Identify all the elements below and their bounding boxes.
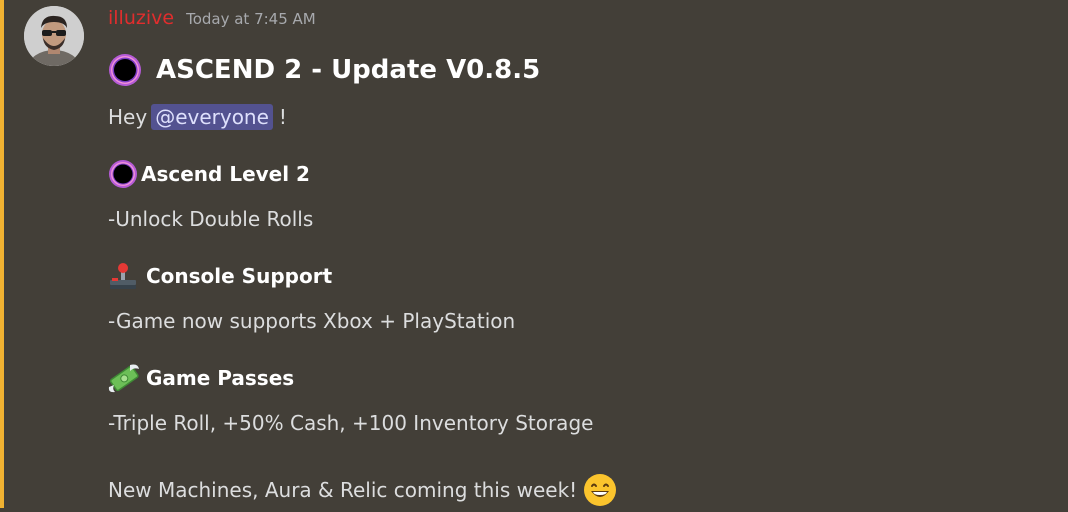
section-text: -Unlock Double Rolls	[108, 203, 313, 235]
everyone-mention[interactable]: @everyone	[151, 104, 273, 130]
black-hole-icon	[108, 53, 142, 87]
greeting-prefix: Hey	[108, 105, 148, 129]
section-text: -Game now supports Xbox + PlayStation	[108, 305, 515, 337]
announcement-title: ASCEND 2 - Update V0.8.5	[108, 52, 540, 88]
timestamp: Today at 7:45 AM	[186, 10, 316, 28]
username[interactable]: illuzive	[108, 7, 174, 29]
section-heading-text: Console Support	[146, 264, 333, 288]
money-with-wings-icon	[108, 363, 140, 393]
greeting-suffix: !	[278, 105, 287, 129]
section-heading: Ascend Level 2	[108, 157, 310, 191]
section-text-value: -Unlock Double Rolls	[108, 207, 314, 231]
section-heading: Console Support	[108, 259, 332, 293]
footer-line: New Machines, Aura & Relic coming this w…	[108, 472, 617, 508]
mention-highlight-bar	[0, 0, 4, 508]
joystick-icon	[108, 261, 138, 291]
footer-text: New Machines, Aura & Relic coming this w…	[108, 478, 578, 502]
title-text: ASCEND 2 - Update V0.8.5	[156, 55, 541, 85]
avatar[interactable]	[24, 6, 84, 66]
grinning-face-icon	[583, 473, 617, 507]
greeting-line: Hey @everyone !	[108, 100, 287, 134]
black-hole-icon	[108, 159, 138, 189]
section-heading-text: Game Passes	[146, 366, 295, 390]
section-heading: Game Passes	[108, 361, 294, 395]
section-text-value: -Triple Roll, +50% Cash, +100 Inventory …	[108, 411, 594, 435]
section-text: -Triple Roll, +50% Cash, +100 Inventory …	[108, 407, 593, 439]
message-header: illuzive Today at 7:45 AM	[108, 7, 316, 33]
section-heading-text: Ascend Level 2	[141, 162, 310, 186]
section-text-value: -Game now supports Xbox + PlayStation	[108, 309, 516, 333]
